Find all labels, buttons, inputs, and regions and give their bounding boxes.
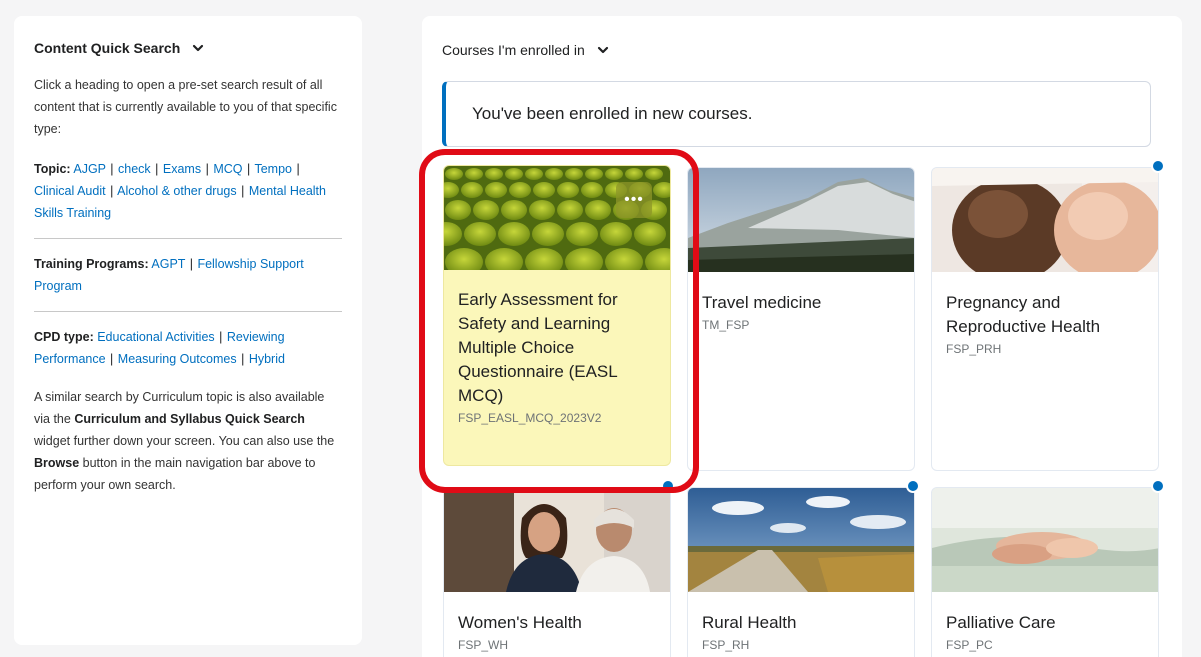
course-code: FSP_EASL_MCQ_2023V2 bbox=[458, 411, 602, 425]
course-image-doctor-and-patient bbox=[444, 488, 670, 592]
course-menu-button[interactable]: ••• bbox=[616, 182, 652, 218]
courses-title: Courses I'm enrolled in bbox=[442, 42, 585, 58]
course-code: FSP_PC bbox=[946, 638, 993, 652]
topic-link-clinical-audit[interactable]: Clinical Audit bbox=[34, 184, 106, 198]
course-name[interactable]: Women's Health bbox=[444, 611, 670, 635]
cpd-link-hybrid[interactable]: Hybrid bbox=[249, 352, 285, 366]
chevron-down-icon[interactable] bbox=[597, 44, 609, 56]
topic-link-ajgp[interactable]: AJGP bbox=[73, 162, 105, 176]
training-label: Training Programs: bbox=[34, 257, 149, 271]
cpd-label: CPD type: bbox=[34, 330, 94, 344]
course-card-rural-health[interactable]: Rural Health FSP_RH bbox=[687, 487, 915, 657]
course-card-palliative-care[interactable]: Palliative Care FSP_PC bbox=[931, 487, 1159, 657]
course-code: TM_FSP bbox=[702, 318, 750, 332]
course-card-easl-mcq[interactable]: ••• Early Assessment for Safety and Lear… bbox=[443, 165, 671, 466]
course-image-green-stadium-seats: ••• bbox=[444, 166, 670, 270]
cpd-section: CPD type: Educational Activities | Revie… bbox=[34, 330, 285, 366]
topic-section: Topic: AJGP | check | Exams | MCQ | Temp… bbox=[34, 162, 326, 220]
topic-label: Topic: bbox=[34, 162, 71, 176]
enrollment-alert: You've been enrolled in new courses. bbox=[442, 81, 1151, 147]
course-image-mountain-landscape bbox=[688, 168, 914, 272]
training-section: Training Programs: AGPT | Fellowship Sup… bbox=[34, 257, 304, 293]
cpd-link-educational[interactable]: Educational Activities bbox=[97, 330, 214, 344]
topic-link-check[interactable]: check bbox=[118, 162, 151, 176]
course-code: FSP_WH bbox=[458, 638, 509, 652]
quick-search-intro: Click a heading to open a pre-set search… bbox=[34, 78, 337, 136]
cpd-link-measuring[interactable]: Measuring Outcomes bbox=[118, 352, 237, 366]
new-course-indicator bbox=[1151, 479, 1165, 493]
training-link-agpt[interactable]: AGPT bbox=[151, 257, 185, 271]
courses-header[interactable]: Courses I'm enrolled in bbox=[442, 38, 1162, 62]
course-name[interactable]: Pregnancy and Reproductive Health bbox=[932, 291, 1158, 339]
divider bbox=[34, 238, 342, 239]
topic-link-mcq[interactable]: MCQ bbox=[213, 162, 242, 176]
topic-link-tempo[interactable]: Tempo bbox=[254, 162, 292, 176]
course-name[interactable]: Rural Health bbox=[688, 611, 914, 635]
new-course-indicator bbox=[661, 479, 675, 493]
course-card-pregnancy[interactable]: Pregnancy and Reproductive Health FSP_PR… bbox=[931, 167, 1159, 471]
course-image-pregnant-bellies bbox=[932, 168, 1158, 272]
new-course-indicator bbox=[1151, 159, 1165, 173]
chevron-down-icon[interactable] bbox=[192, 42, 204, 54]
course-code: FSP_PRH bbox=[946, 342, 1002, 356]
course-image-holding-hands bbox=[932, 488, 1158, 592]
quick-search-footer: A similar search by Curriculum topic is … bbox=[34, 390, 335, 492]
quick-search-header[interactable]: Content Quick Search bbox=[34, 36, 342, 60]
topic-link-exams[interactable]: Exams bbox=[163, 162, 201, 176]
course-name[interactable]: Travel medicine bbox=[688, 291, 914, 315]
course-code: FSP_RH bbox=[702, 638, 750, 652]
content-quick-search-widget: Content Quick Search Click a heading to … bbox=[14, 16, 362, 645]
course-image-rural-road bbox=[688, 488, 914, 592]
course-name[interactable]: Palliative Care bbox=[932, 611, 1158, 635]
course-card-womens-health[interactable]: Women's Health FSP_WH bbox=[443, 487, 671, 657]
quick-search-title: Content Quick Search bbox=[34, 40, 181, 56]
course-name[interactable]: Early Assessment for Safety and Learning… bbox=[444, 288, 670, 408]
divider bbox=[34, 311, 342, 312]
topic-link-alcohol-drugs[interactable]: Alcohol & other drugs bbox=[117, 184, 237, 198]
new-course-indicator bbox=[906, 479, 920, 493]
course-card-travel-medicine[interactable]: Travel medicine TM_FSP bbox=[687, 167, 915, 471]
